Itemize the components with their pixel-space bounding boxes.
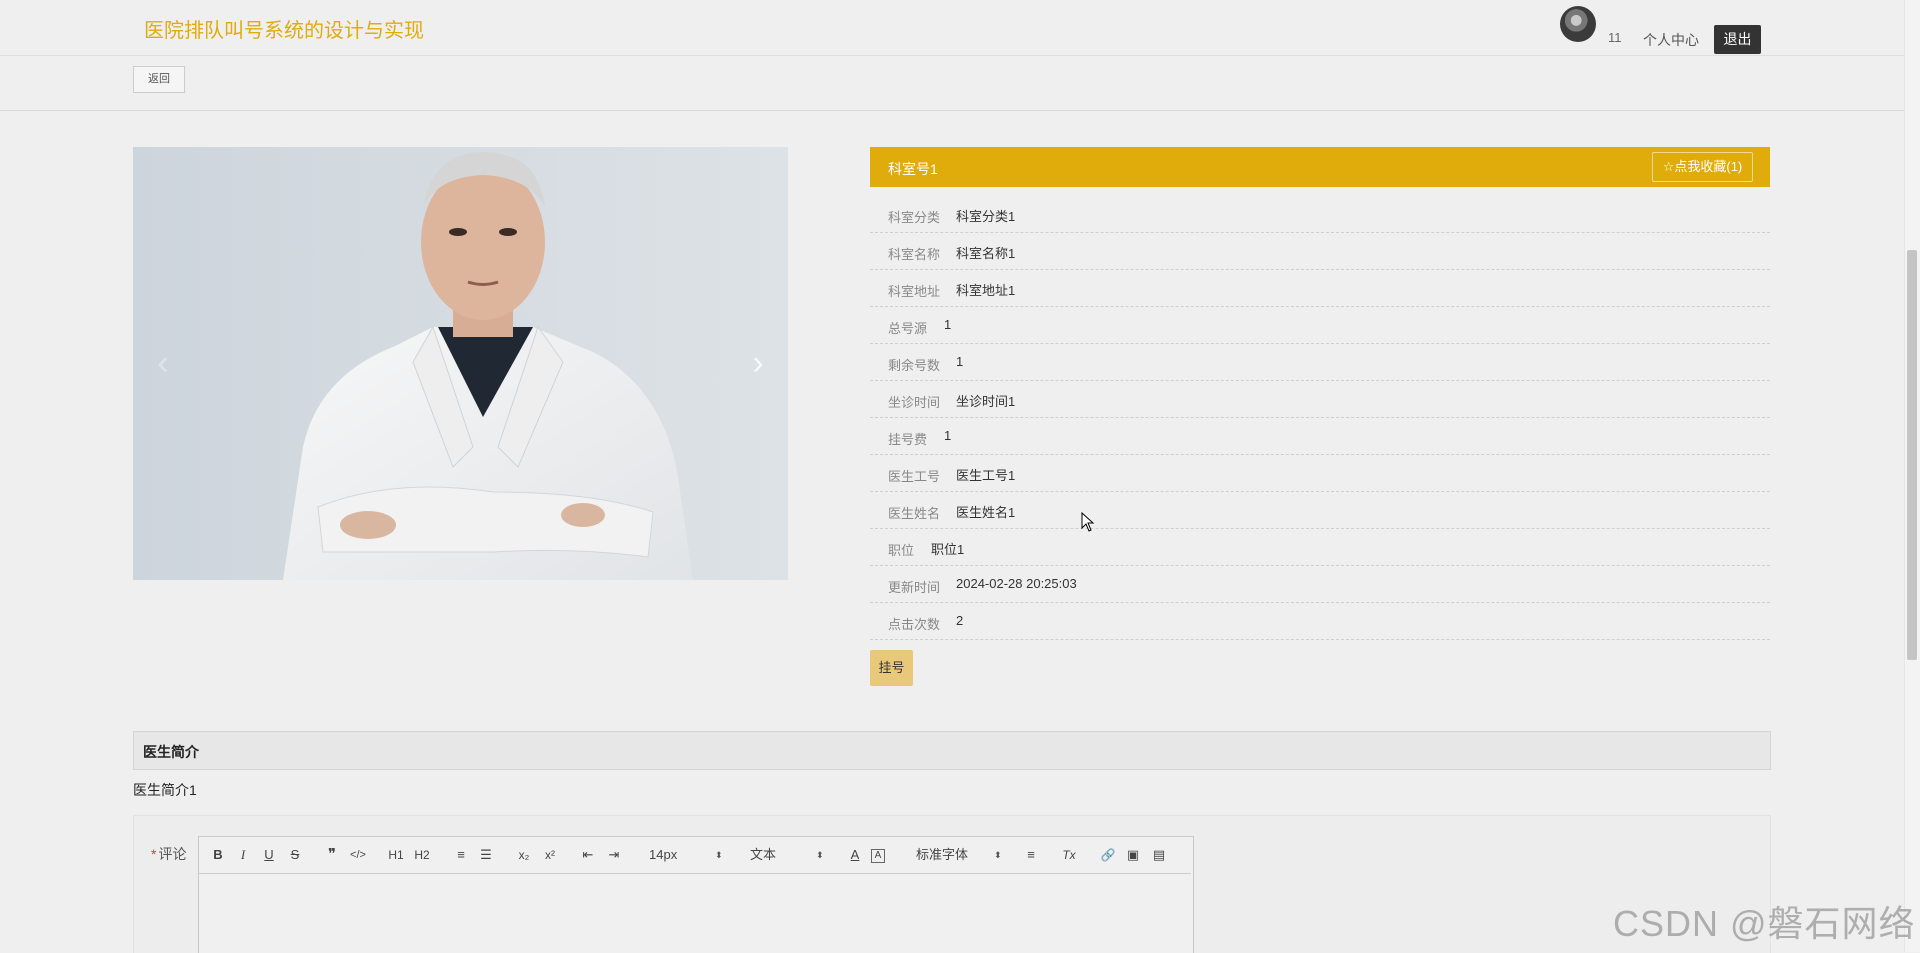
detail-header-bar [870,147,1770,187]
username: 11 [1608,30,1622,45]
field-value: 1 [956,354,964,369]
font-size-value: 14px [649,847,678,862]
h2-icon[interactable]: H2 [412,845,432,865]
field-value: 职位1 [931,542,965,557]
mouse-cursor-icon [1081,512,1095,532]
scrollbar-thumb[interactable] [1907,250,1917,660]
field-value: 坐诊时间1 [956,394,1016,409]
link-icon[interactable]: 🔗 [1098,845,1118,865]
superscript-icon[interactable]: x² [540,845,560,865]
italic-icon[interactable]: I [233,845,253,865]
favorite-button[interactable]: ☆点我收藏(1) [1652,152,1753,182]
field-label: 更新时间 [888,580,941,595]
doctor-photo [133,147,788,580]
text-color-icon[interactable]: A [845,845,865,865]
clear-format-icon[interactable]: Tx [1059,845,1079,865]
field-label: 总号源 [888,321,928,336]
field-row: 科室名称 科室名称1 [870,232,1770,270]
field-label: 点击次数 [888,617,941,632]
comment-label: * 评论 [151,844,186,864]
field-row: 点击次数 2 [870,602,1770,640]
field-row: 挂号费 1 [870,417,1770,455]
site-title[interactable]: 医院排队叫号系统的设计与实现 [144,14,424,43]
font-family-select[interactable]: 标准字体 ⬍ [916,845,1006,865]
chevron-left-icon: ‹ [157,344,169,382]
heading-value: 文本 [750,847,777,862]
h1-icon[interactable]: H1 [386,845,406,865]
field-label: 坐诊时间 [888,395,941,410]
comment-label-text: 评论 [158,846,187,862]
doctor-image-carousel[interactable]: ‹ › [133,147,788,580]
divider [0,110,1904,111]
field-row: 科室地址 科室地址1 [870,269,1770,307]
field-value: 2024-02-28 20:25:03 [956,576,1077,591]
intro-title: 医生简介 [143,744,199,760]
select-arrow-icon: ⬍ [816,850,824,860]
video-icon[interactable]: ▤ [1149,845,1169,865]
subscript-icon[interactable]: x₂ [514,845,534,865]
field-value: 1 [944,428,952,443]
avatar[interactable] [1560,6,1596,42]
comment-editor-area[interactable] [199,874,1191,952]
underline-icon[interactable]: U [259,845,279,865]
field-value: 科室分类1 [956,209,1016,224]
watermark: CSDN @磐石网络 [1613,903,1916,944]
field-label: 科室分类 [888,210,941,225]
background-color-icon[interactable]: A [871,849,885,863]
intro-text: 医生简介1 [133,782,197,798]
field-value: 医生工号1 [956,468,1016,483]
register-button[interactable]: 挂号 [870,650,913,686]
font-family-value: 标准字体 [916,847,969,862]
field-label: 挂号费 [888,432,928,447]
field-row: 剩余号数 1 [870,343,1770,381]
field-label: 科室名称 [888,247,941,262]
ordered-list-icon[interactable]: ≡ [451,845,471,865]
field-row: 更新时间 2024-02-28 20:25:03 [870,565,1770,603]
field-row: 医生姓名 医生姓名1 [870,491,1770,529]
field-row: 总号源 1 [870,306,1770,344]
detail-title: 科室号1 [888,161,938,177]
field-value: 医生姓名1 [956,505,1016,520]
blockquote-icon[interactable]: ❞ [322,845,342,865]
logout-button[interactable]: 退出 [1714,25,1761,54]
select-arrow-icon: ⬍ [715,850,723,860]
personal-center-link[interactable]: 个人中心 [1643,30,1699,50]
font-size-select[interactable]: 14px ⬍ [649,845,725,865]
field-value: 科室名称1 [956,246,1016,261]
required-mark: * [151,846,157,862]
carousel-prev-button[interactable]: ‹ [133,147,193,580]
field-label: 医生工号 [888,469,941,484]
bullet-list-icon[interactable]: ☰ [476,845,496,865]
image-icon[interactable]: ▣ [1123,845,1143,865]
field-row: 职位 职位1 [870,528,1770,566]
chevron-right-icon: › [752,344,764,382]
bold-icon[interactable]: B [208,845,228,865]
code-block-icon[interactable]: </> [348,845,368,865]
field-row: 坐诊时间 坐诊时间1 [870,380,1770,418]
align-icon[interactable]: ≡ [1021,845,1041,865]
outdent-icon[interactable]: ⇤ [578,845,598,865]
intro-header [133,731,1771,770]
field-row: 医生工号 医生工号1 [870,454,1770,492]
field-label: 剩余号数 [888,358,941,373]
field-row: 科室分类 科室分类1 [870,195,1770,233]
field-label: 职位 [888,543,915,558]
strikethrough-icon[interactable]: S [285,845,305,865]
field-label: 科室地址 [888,284,941,299]
field-value: 科室地址1 [956,283,1016,298]
back-button[interactable]: 返回 [133,66,185,93]
field-value: 2 [956,613,964,628]
field-value: 1 [944,317,952,332]
carousel-next-button[interactable]: › [728,147,788,580]
select-arrow-icon: ⬍ [994,850,1002,860]
field-label: 医生姓名 [888,506,941,521]
indent-icon[interactable]: ⇥ [604,845,624,865]
heading-select[interactable]: 文本 ⬍ [750,845,826,865]
